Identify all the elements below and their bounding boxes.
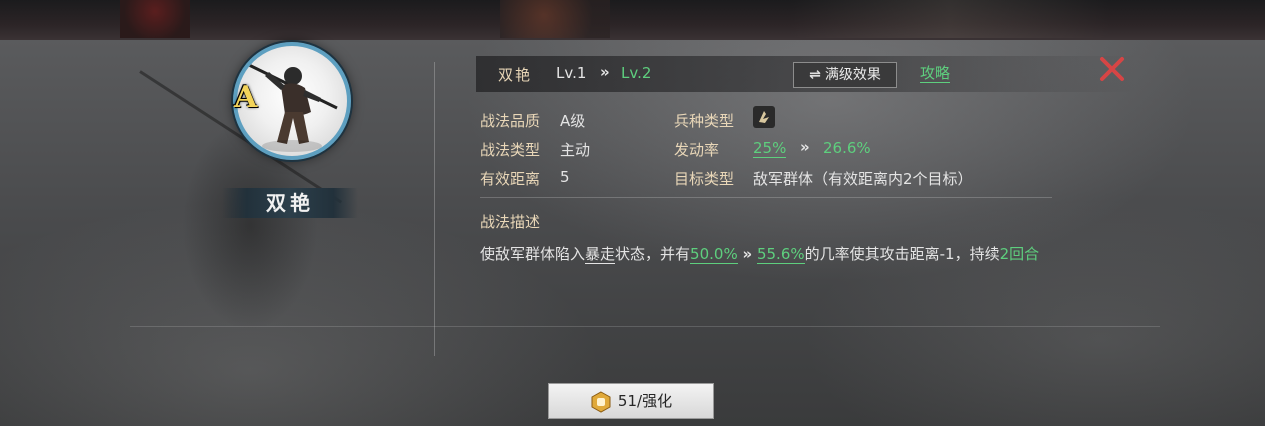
- scene-decoration: [120, 0, 190, 38]
- chance-next: 55.6%: [756, 245, 805, 264]
- enhance-button[interactable]: 51/强化: [548, 383, 714, 419]
- skill-detail-panel: [0, 40, 1265, 426]
- troop-type-icon: [753, 106, 775, 128]
- trigger-rate-arrow-icon: »: [800, 138, 810, 156]
- background-scene-strip: [0, 0, 1265, 40]
- description-title: 战法描述: [480, 213, 541, 231]
- range-value: 5: [560, 168, 570, 186]
- quality-value: A级: [560, 112, 586, 130]
- vertical-divider: [434, 62, 435, 356]
- close-icon[interactable]: [1098, 55, 1126, 83]
- skill-type-label: 战法类型: [480, 141, 541, 159]
- swap-arrows-icon: ⇌: [809, 67, 821, 83]
- skill-name-plate: 双艳: [222, 188, 358, 218]
- level-next: Lv.2: [621, 64, 652, 82]
- description-part: 状态，并有: [615, 245, 691, 263]
- scene-decoration: [790, 0, 1110, 38]
- chance-current: 50.0%: [690, 245, 738, 264]
- description-text: 使敌军群体陷入暴走状态，并有50.0% » 55.6%的几率使其攻击距离-1，持…: [480, 243, 1050, 265]
- duration-value: 2回合: [999, 245, 1040, 263]
- max-level-effect-button[interactable]: ⇌ 满级效果: [793, 62, 897, 88]
- skill-title: 双艳: [498, 66, 533, 84]
- trigger-rate-label: 发动率: [674, 141, 720, 159]
- target-type-label: 目标类型: [674, 170, 735, 188]
- grade-badge: A: [234, 80, 258, 115]
- level-arrow-icon: »: [600, 63, 610, 81]
- target-type-value: 敌军群体（有效距离内2个目标）: [753, 170, 973, 188]
- max-level-effect-label: 满级效果: [824, 67, 881, 83]
- guide-link[interactable]: 攻略: [920, 64, 951, 83]
- troop-type-label: 兵种类型: [674, 112, 735, 130]
- fist-icon: [591, 390, 611, 413]
- description-divider: [480, 197, 1052, 198]
- scene-decoration: [500, 0, 610, 38]
- trigger-rate-next: 26.6%: [823, 139, 871, 157]
- description-part: 使敌军群体陷入: [480, 245, 586, 263]
- chance-arrow-icon: »: [742, 245, 753, 263]
- skill-type-value: 主动: [560, 141, 591, 159]
- trigger-rate-current: 25%: [753, 139, 787, 158]
- rampage-keyword-link[interactable]: 暴走: [585, 245, 616, 264]
- enhance-label: 51/强化: [617, 392, 673, 410]
- level-current: Lv.1: [556, 64, 587, 82]
- description-part: 的几率使其攻击距离-1，持续: [804, 245, 1000, 263]
- quality-label: 战法品质: [480, 112, 541, 130]
- range-label: 有效距离: [480, 170, 541, 188]
- horizontal-divider: [130, 326, 1160, 327]
